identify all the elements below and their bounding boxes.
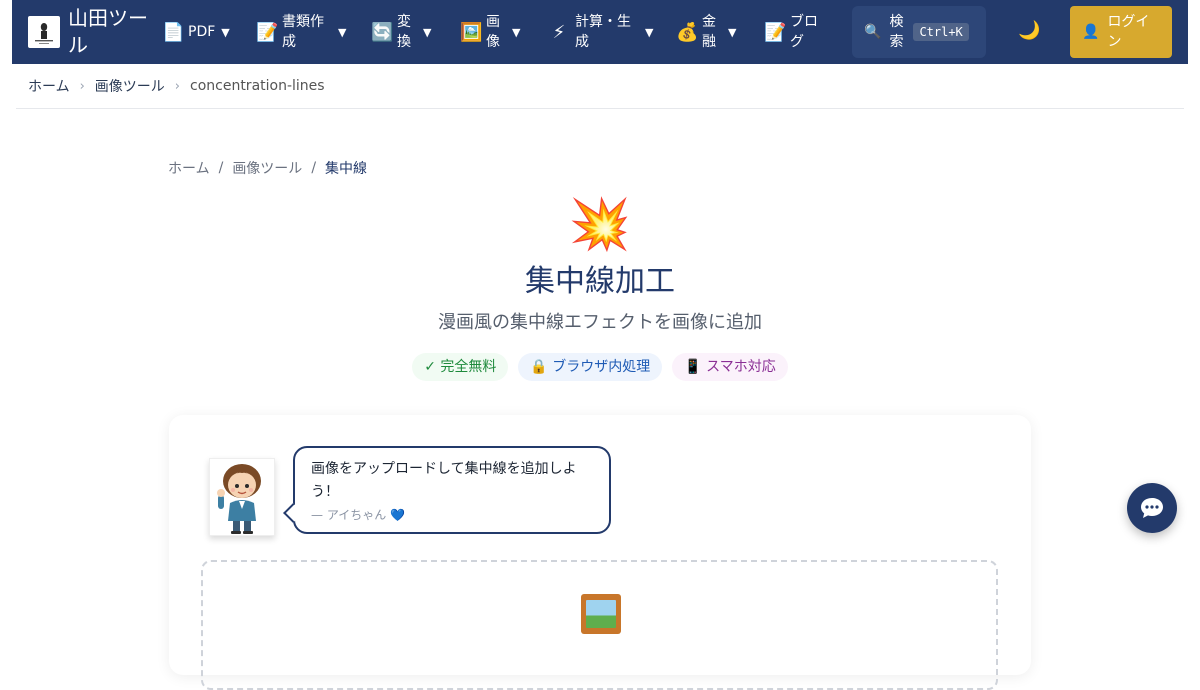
nav-label: PDF	[188, 24, 216, 40]
nav-image[interactable]: 🖼️ 画像 ▼	[460, 0, 520, 64]
lightning-icon: ⚡	[552, 21, 566, 43]
chevron-right-icon: ›	[174, 78, 180, 94]
caret-down-icon: ▼	[728, 25, 737, 39]
page-breadcrumb: ホーム / 画像ツール / 集中線	[168, 158, 367, 178]
badge-browser: 🔒 ブラウザ内処理	[518, 353, 663, 381]
caret-down-icon: ▼	[512, 25, 521, 39]
breadcrumb-image-tools[interactable]: 画像ツール	[95, 76, 165, 96]
site-name[interactable]: 山田ツール	[68, 5, 158, 59]
page-title: 集中線加工	[525, 264, 675, 299]
breadcrumb-separator: /	[311, 160, 317, 176]
caret-down-icon: ▼	[645, 25, 654, 39]
document-icon: 📄	[162, 21, 185, 43]
search-button[interactable]: 🔍 検索 Ctrl+K	[852, 6, 986, 58]
nav-label: 書類作成	[282, 14, 324, 50]
assistant-character-icon	[217, 464, 261, 534]
breadcrumb-current: 集中線	[325, 161, 368, 177]
search-label: 検索	[889, 14, 904, 50]
logo-mark-icon	[35, 23, 53, 44]
login-button[interactable]: 👤 ログイン	[1070, 6, 1172, 58]
nav-convert[interactable]: 🔄 変換 ▼	[371, 0, 431, 64]
nav-calc[interactable]: ⚡ 計算・生成 ▼	[549, 0, 654, 64]
memo-icon: 📝	[764, 21, 787, 43]
collision-icon: 💥	[568, 195, 632, 253]
nav-finance[interactable]: 💰 金融 ▼	[676, 0, 736, 64]
memo-icon: 📝	[256, 21, 279, 43]
nav-label: 計算・生成	[575, 14, 631, 50]
caret-down-icon: ▼	[338, 25, 347, 39]
tool-card: 画像をアップロードして集中線を追加しよう！ — アイちゃん 💙	[169, 415, 1031, 690]
image-dropzone[interactable]	[201, 560, 998, 690]
breadcrumb-home[interactable]: ホーム	[168, 158, 210, 178]
convert-icon: 🔄	[371, 21, 394, 43]
landscape-picture	[586, 600, 616, 628]
search-icon: 🔍	[864, 24, 882, 40]
shortcut-badge: Ctrl+K	[913, 23, 969, 41]
chevron-right-icon: ›	[79, 78, 85, 94]
image-frame-icon	[581, 594, 621, 634]
caret-down-icon: ▼	[221, 25, 230, 39]
caret-down-icon: ▼	[423, 25, 432, 39]
nav-pdf[interactable]: 📄 PDF ▼	[162, 0, 230, 64]
breadcrumb-separator: /	[218, 160, 224, 176]
login-label: ログイン	[1107, 14, 1150, 50]
assistant-message: 画像をアップロードして集中線を追加しよう！	[311, 461, 577, 500]
moon-icon[interactable]: 🌙	[1018, 20, 1040, 41]
top-navbar: 山田ツール 📄 PDF ▼ 📝 書類作成 ▼ 🔄 変換 ▼ 🖼️ 画像 ▼ ⚡ …	[12, 0, 1188, 64]
nav-label: 変換	[397, 14, 411, 50]
badge-free: ✓ 完全無料	[412, 353, 509, 381]
picture-icon: 🖼️	[460, 21, 483, 43]
assistant-speech-bubble: 画像をアップロードして集中線を追加しよう！ — アイちゃん 💙	[293, 446, 611, 534]
nav-label: 画像	[486, 14, 500, 50]
nav-label: 金融	[702, 14, 716, 50]
chat-bubble-icon	[1141, 498, 1163, 518]
feature-badges: ✓ 完全無料 🔒 ブラウザ内処理 📱 スマホ対応	[0, 353, 1200, 381]
breadcrumb: ホーム › 画像ツール › concentration-lines	[28, 76, 325, 96]
badge-mobile: 📱 スマホ対応	[672, 353, 788, 381]
chat-button[interactable]	[1127, 483, 1177, 533]
breadcrumb-home[interactable]: ホーム	[28, 76, 70, 96]
site-logo[interactable]	[28, 16, 60, 48]
nav-blog[interactable]: 📝 ブログ	[764, 0, 822, 64]
breadcrumb-current: concentration-lines	[190, 78, 325, 94]
assistant-avatar	[209, 458, 275, 536]
assistant-signature: — アイちゃん 💙	[311, 508, 405, 522]
divider	[16, 108, 1184, 109]
nav-label: ブログ	[790, 14, 818, 50]
nav-documents[interactable]: 📝 書類作成 ▼	[256, 0, 346, 64]
money-bag-icon: 💰	[676, 21, 699, 43]
breadcrumb-image-tools[interactable]: 画像ツール	[232, 158, 302, 178]
user-icon: 👤	[1082, 24, 1100, 40]
page-subtitle: 漫画風の集中線エフェクトを画像に追加	[438, 312, 762, 333]
